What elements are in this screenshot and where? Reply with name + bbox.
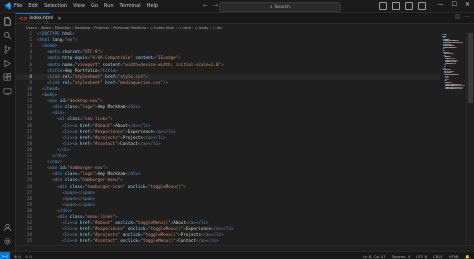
- remote-explorer-icon[interactable]: [3, 87, 12, 96]
- editor-tab-bar: <> index.html ✕ ◫ ⋯: [16, 13, 474, 24]
- errors-count[interactable]: ⊗ 0: [14, 254, 21, 259]
- minimap-segment: [458, 74, 459, 75]
- minimap-segment: [456, 46, 457, 48]
- back-arrow-icon[interactable]: ←: [203, 2, 208, 9]
- minimize-button[interactable]: —: [438, 1, 444, 8]
- code-editor[interactable]: 1 <!DOCTYPE html> 2 <html lang="en"> 3 <head…: [16, 31, 440, 245]
- menu-item-run[interactable]: Run: [104, 0, 114, 12]
- menu-item-edit[interactable]: Edit: [28, 0, 38, 12]
- vscode-logo-icon: [3, 2, 11, 10]
- minimap[interactable]: [440, 31, 466, 245]
- breadcrumb[interactable]: Users › iAdex › Desktop › Desktop › Proj…: [16, 24, 456, 31]
- menu-bar: File Edit Selection View Go Run Terminal Help: [14, 0, 158, 12]
- editor-actions: ◫ ⋯: [455, 14, 470, 20]
- warnings-count[interactable]: ⚠ 0: [25, 254, 32, 259]
- menu-item-help[interactable]: Help: [147, 0, 158, 12]
- settings-gear-icon[interactable]: [3, 237, 12, 246]
- tab-index-html[interactable]: <> index.html ✕: [16, 13, 62, 23]
- minimap-segment: [445, 66, 446, 67]
- search-icon: ⌕: [270, 5, 273, 10]
- close-tab-icon[interactable]: ✕: [57, 16, 61, 22]
- minimap-segment: [453, 53, 454, 55]
- scrollbar-thumb[interactable]: [468, 33, 473, 103]
- more-actions-icon[interactable]: ⋯: [465, 14, 470, 20]
- vertical-scrollbar[interactable]: [466, 31, 474, 245]
- minimap-segment: [456, 61, 457, 63]
- status-right: Ln 8, Col 47 Spaces: 4 UTF-8 CRLF HTML 🔔: [363, 252, 470, 259]
- encoding[interactable]: UTF-8: [416, 254, 427, 259]
- indentation[interactable]: Spaces: 4: [392, 254, 410, 259]
- status-left: ⊗ 0 ⚠ 0: [14, 254, 32, 259]
- minimap-segment: [446, 35, 447, 37]
- window-controls: — ☐ ✕: [438, 1, 470, 8]
- toggle-secondary-sidebar-icon[interactable]: [405, 2, 413, 10]
- accounts-icon[interactable]: [3, 223, 12, 232]
- maximize-button[interactable]: ☐: [452, 1, 457, 8]
- extensions-icon[interactable]: [3, 73, 12, 82]
- menu-item-terminal[interactable]: Terminal: [120, 0, 141, 12]
- status-bar: >< ⊗ 0 ⚠ 0 Ln 8, Col 47 Spaces: 4 UTF-8 …: [0, 251, 474, 259]
- split-editor-icon[interactable]: ◫: [455, 14, 460, 20]
- line-endings[interactable]: CRLF: [433, 254, 443, 259]
- line-number: 35: [26, 238, 32, 244]
- files-icon[interactable]: [3, 17, 12, 26]
- minimap-segment: [462, 42, 463, 43]
- minimap-segment: [453, 70, 454, 72]
- toggle-sidebar-icon[interactable]: [379, 2, 387, 10]
- vscode-window: File Edit Selection View Go Run Terminal Help ←…: [0, 0, 474, 259]
- notifications-bell-icon[interactable]: 🔔: [465, 254, 470, 259]
- toggle-panel-icon[interactable]: [392, 2, 400, 10]
- remote-indicator-button[interactable]: ><: [0, 252, 10, 259]
- source-control-icon[interactable]: [3, 45, 12, 54]
- run-debug-icon[interactable]: [3, 59, 12, 68]
- html-file-icon: <>: [19, 15, 28, 22]
- line-code: <li><a href="#contact" onclick="toggleMe…: [62, 238, 219, 244]
- menu-item-go[interactable]: Go: [91, 0, 98, 12]
- minimap-segment: [457, 59, 458, 61]
- menu-item-selection[interactable]: Selection: [44, 0, 67, 12]
- minimap-segment: [448, 78, 449, 80]
- command-center-label: Search: [274, 4, 290, 10]
- minimap-segment: [461, 88, 463, 90]
- minimap-segment: [462, 86, 463, 88]
- nav-arrows: ← →: [203, 2, 218, 9]
- minimap-segment: [455, 62, 456, 64]
- activity-bar: [0, 13, 16, 251]
- title-bar: File Edit Selection View Go Run Terminal Help ←…: [0, 0, 474, 13]
- command-center-search[interactable]: ⌕ Search: [219, 2, 341, 12]
- menu-item-file[interactable]: File: [14, 0, 22, 12]
- customize-layout-icon[interactable]: [418, 2, 426, 10]
- code-line[interactable]: 35 <li><a href="#contact" onclick="toggl…: [16, 238, 440, 244]
- minimap-segment: [463, 85, 465, 87]
- layout-controls: [379, 2, 426, 10]
- cursor-position[interactable]: Ln 8, Col 47: [363, 254, 386, 259]
- tab-filename: index.html: [29, 16, 54, 21]
- close-window-button[interactable]: ✕: [465, 1, 470, 8]
- language-mode[interactable]: HTML: [449, 254, 460, 259]
- menu-item-view[interactable]: View: [73, 0, 85, 12]
- search-icon[interactable]: [3, 31, 12, 40]
- minimap-segment: [451, 42, 463, 43]
- forward-arrow-icon[interactable]: →: [213, 2, 218, 9]
